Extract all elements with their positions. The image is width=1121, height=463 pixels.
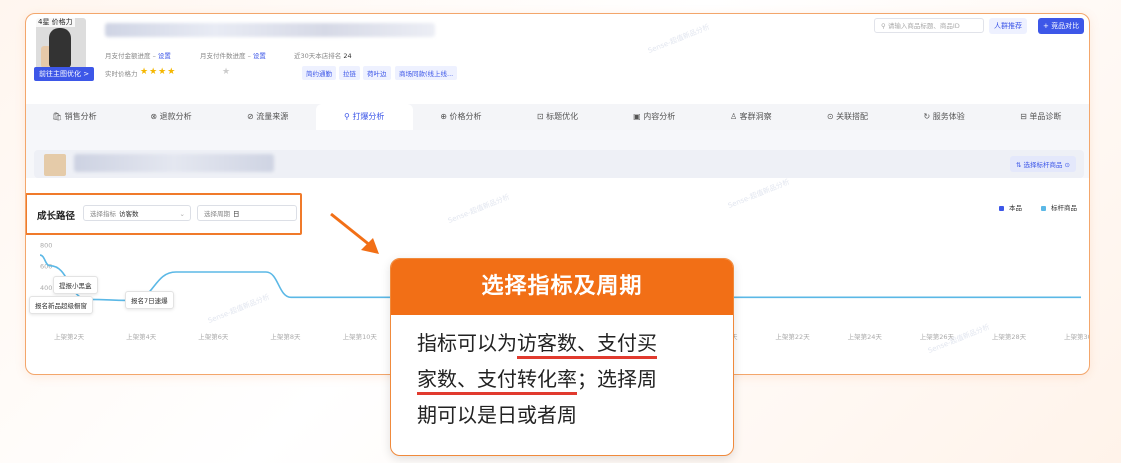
y-tick-label: 400: [40, 284, 52, 292]
x-tick-label: 上架第6天: [198, 332, 229, 341]
event-tooltip-blackbox: 提报小黑盒: [53, 276, 98, 294]
x-tick-label: 上架第30天: [1064, 332, 1089, 341]
y-tick-label: 800: [40, 242, 52, 250]
x-tick-label: 上架第10天: [343, 332, 378, 341]
x-tick-label: 上架第22天: [775, 332, 810, 341]
callout-body: 指标可以为访客数、支付买 家数、支付转化率；选择周 期可以是日或者周: [417, 331, 657, 427]
x-tick-label: 上架第24天: [848, 332, 883, 341]
callout-title: 选择指标及周期: [391, 259, 733, 315]
x-tick-label: 上架第28天: [992, 332, 1027, 341]
annotation-arrow-icon: [330, 212, 379, 254]
x-tick-label: 上架第2天: [54, 332, 85, 341]
x-tick-label: 上架第4天: [126, 332, 157, 341]
event-tooltip-superwindow: 报名新品超级橱窗: [29, 296, 93, 314]
annotation-callout: 选择指标及周期 指标可以为访客数、支付买 家数、支付转化率；选择周 期可以是日或…: [390, 258, 734, 456]
x-tick-label: 上架第8天: [270, 332, 301, 341]
event-tooltip-7day: 报名7日速爆: [125, 291, 174, 309]
